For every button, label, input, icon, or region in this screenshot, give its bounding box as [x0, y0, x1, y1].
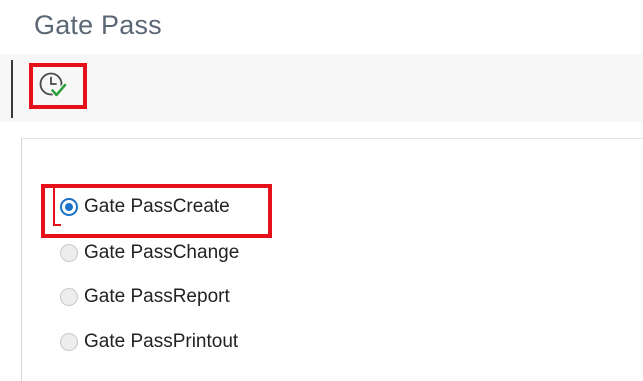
option-label: Gate PassChange — [84, 242, 240, 263]
title-bar: Gate Pass — [0, 0, 643, 54]
toolbar — [0, 54, 643, 122]
option-label: Gate PassPrintout — [84, 331, 239, 352]
option-label: Gate PassReport — [84, 286, 230, 307]
radio-button[interactable] — [60, 244, 78, 262]
radio-button[interactable] — [60, 333, 78, 351]
radio-option-report[interactable]: Gate PassReport — [60, 285, 230, 309]
radio-option-printout[interactable]: Gate PassPrintout — [60, 330, 238, 354]
radio-option-change[interactable]: Gate PassChange — [60, 241, 239, 265]
toolbar-edge — [11, 60, 13, 118]
annotation-box-create — [41, 184, 272, 238]
radio-button[interactable] — [60, 288, 78, 306]
annotation-box-execute — [29, 63, 87, 109]
page-title: Gate Pass — [34, 10, 162, 40]
focus-indicator — [53, 186, 65, 226]
